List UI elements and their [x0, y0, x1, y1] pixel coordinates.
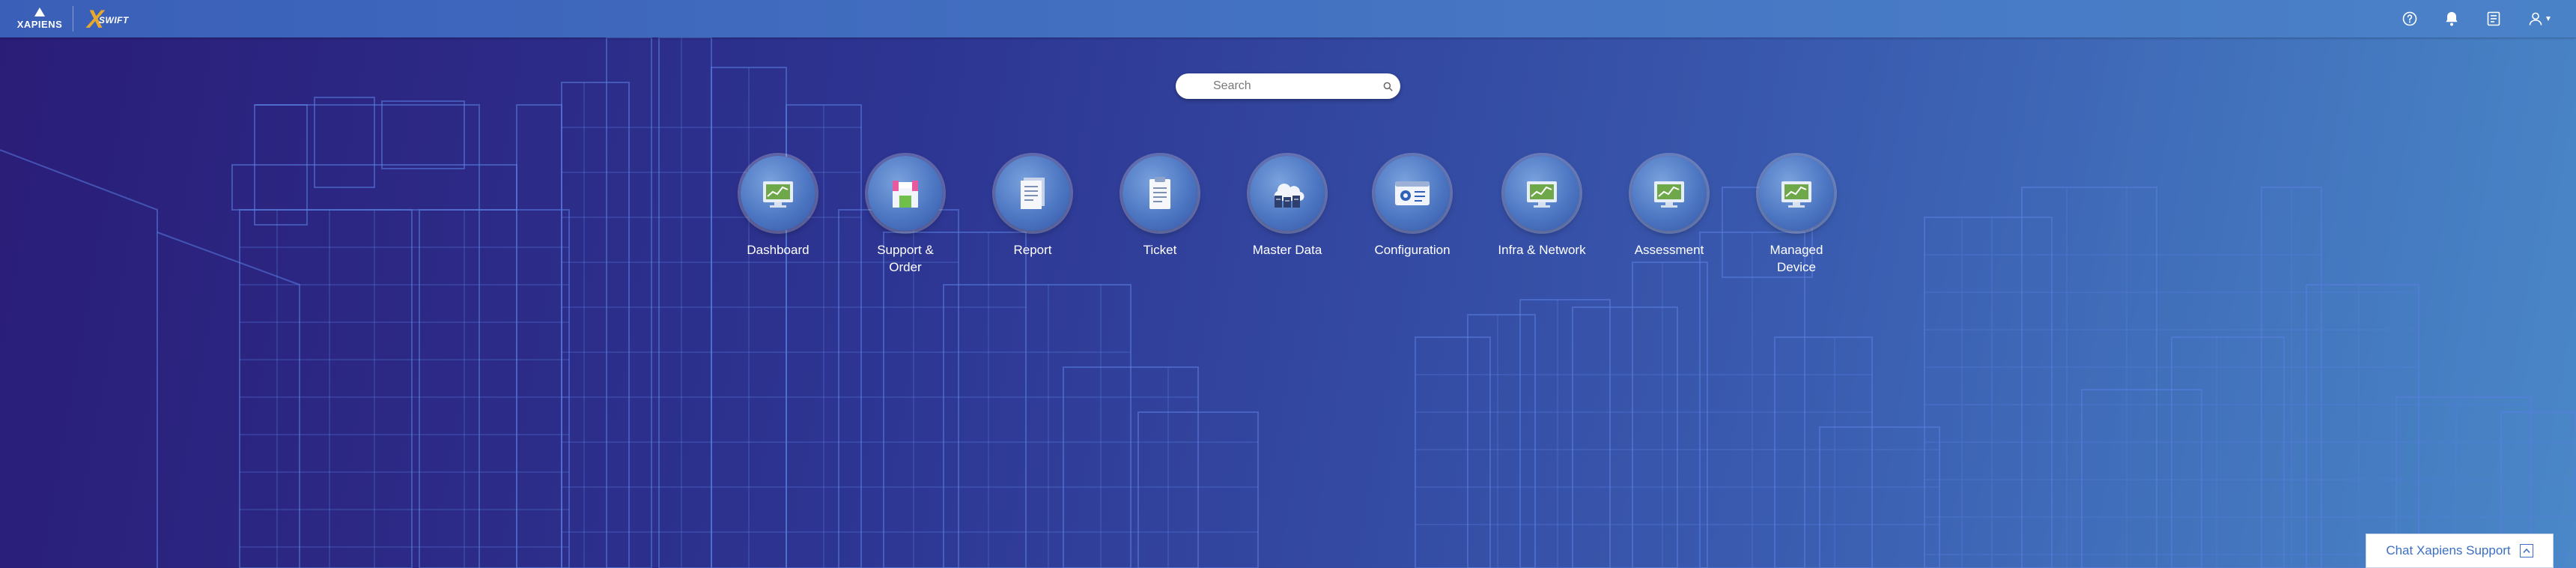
- chat-support-label: Chat Xapiens Support: [2386, 543, 2511, 558]
- expand-icon: [2519, 544, 2533, 558]
- infra-network-icon: [1504, 156, 1579, 231]
- menu-label: Managed Device: [1770, 243, 1823, 274]
- menu-item-master-data[interactable]: Master Data: [1220, 156, 1355, 259]
- user-menu[interactable]: ▼: [2527, 10, 2554, 28]
- search-bar: [1176, 73, 1400, 99]
- chevron-down-icon: ▼: [2545, 14, 2552, 23]
- xapiens-wordmark: XAPIENS: [16, 19, 63, 30]
- menu-label: Infra & Network: [1498, 243, 1586, 257]
- assessment-icon: [1632, 156, 1707, 231]
- chat-support-button[interactable]: Chat Xapiens Support: [2366, 534, 2554, 568]
- menu-item-dashboard[interactable]: Dashboard: [711, 156, 845, 259]
- menu-label: Report: [1013, 243, 1052, 257]
- menu-label: Dashboard: [747, 243, 809, 257]
- help-icon[interactable]: [2401, 10, 2419, 28]
- menu-item-infra-network[interactable]: Infra & Network: [1474, 156, 1609, 259]
- swift-logo-word: SWIFT: [99, 15, 129, 25]
- menu-item-ticket[interactable]: Ticket: [1093, 156, 1227, 259]
- managed-device-icon: [1759, 156, 1834, 231]
- configuration-icon: [1375, 156, 1450, 231]
- notes-icon[interactable]: [2485, 10, 2503, 28]
- ticket-icon: [1123, 156, 1197, 231]
- menu-label: Support & Order: [877, 243, 934, 274]
- skyline-background: [0, 37, 2576, 568]
- menu-item-configuration[interactable]: Configuration: [1345, 156, 1480, 259]
- menu-label: Assessment: [1634, 243, 1704, 257]
- bell-icon[interactable]: [2443, 10, 2461, 28]
- menu-label: Configuration: [1374, 243, 1450, 257]
- search-input[interactable]: [1176, 79, 1375, 94]
- support-order-icon: [868, 156, 943, 231]
- report-icon: [995, 156, 1070, 231]
- menu-label: Master Data: [1252, 243, 1322, 257]
- menu-item-managed-device[interactable]: Managed Device: [1729, 156, 1864, 276]
- top-bar: XAPIENS X SWIFT ▼: [0, 0, 2576, 37]
- search-icon[interactable]: [1375, 82, 1400, 91]
- xapiens-logo[interactable]: XAPIENS: [13, 4, 66, 33]
- user-icon: [2529, 12, 2542, 25]
- menu-item-support-order[interactable]: Support & Order: [838, 156, 973, 276]
- master-data-icon: [1250, 156, 1325, 231]
- menu-item-assessment[interactable]: Assessment: [1602, 156, 1737, 259]
- xapiens-mark-icon: [34, 7, 45, 16]
- dashboard-icon: [741, 156, 815, 231]
- swift-logo[interactable]: X SWIFT: [87, 6, 132, 33]
- menu-label: Ticket: [1143, 243, 1177, 257]
- header-actions: ▼: [2401, 9, 2554, 28]
- menu-item-report[interactable]: Report: [965, 156, 1100, 259]
